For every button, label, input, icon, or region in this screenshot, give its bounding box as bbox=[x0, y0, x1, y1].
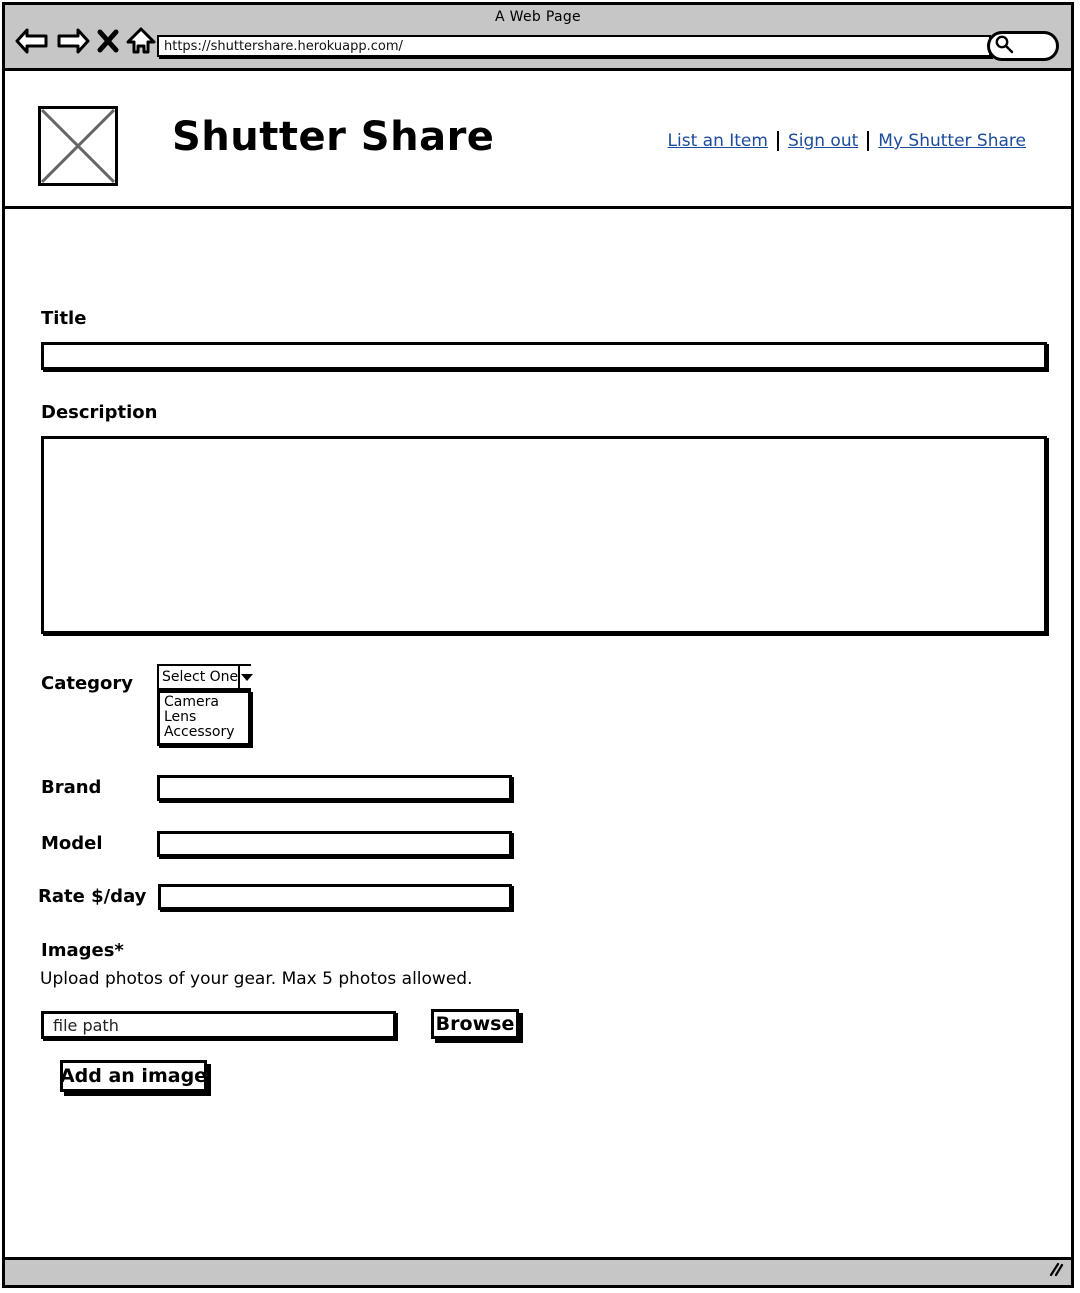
logo-image-placeholder bbox=[38, 106, 118, 186]
listing-form: Title Description Category Select One Ca… bbox=[5, 209, 1071, 1257]
nav-link-sign-out[interactable]: Sign out bbox=[779, 131, 867, 151]
chevron-down-icon[interactable] bbox=[238, 666, 255, 688]
window-title: A Web Page bbox=[495, 9, 581, 25]
model-input[interactable] bbox=[157, 831, 512, 857]
category-label: Category bbox=[41, 673, 134, 694]
file-path-input[interactable]: file path bbox=[41, 1011, 396, 1039]
site-header: Shutter Share List an Item Sign out My S… bbox=[5, 71, 1071, 209]
browser-status-bar bbox=[5, 1257, 1071, 1285]
category-option-accessory[interactable]: Accessory bbox=[160, 725, 248, 740]
browser-search-box[interactable] bbox=[987, 31, 1059, 61]
url-text: https://shuttershare.herokuapp.com/ bbox=[164, 38, 403, 54]
home-icon[interactable] bbox=[126, 27, 156, 55]
images-label: Images* bbox=[41, 940, 124, 961]
title-input[interactable] bbox=[41, 342, 1047, 370]
brand-input[interactable] bbox=[157, 775, 512, 801]
category-option-camera[interactable]: Camera bbox=[160, 695, 248, 710]
rate-input[interactable] bbox=[158, 884, 512, 910]
page-title: Shutter Share bbox=[172, 114, 495, 160]
add-an-image-button[interactable]: Add an image bbox=[60, 1060, 207, 1092]
nav-link-list-an-item[interactable]: List an Item bbox=[659, 131, 777, 151]
category-option-lens[interactable]: Lens bbox=[160, 710, 248, 725]
screenshot-root: A Web Page https://shuttershare.herokuap… bbox=[0, 0, 1080, 1293]
page-content: Shutter Share List an Item Sign out My S… bbox=[5, 71, 1071, 1257]
images-help-text: Upload photos of your gear. Max 5 photos… bbox=[40, 969, 473, 989]
header-nav: List an Item Sign out My Shutter Share bbox=[659, 131, 1035, 151]
close-x-icon[interactable] bbox=[97, 27, 119, 55]
browser-window: A Web Page https://shuttershare.herokuap… bbox=[2, 2, 1074, 1288]
back-arrow-icon[interactable] bbox=[15, 27, 49, 55]
category-select[interactable]: Select One bbox=[157, 664, 255, 690]
description-label: Description bbox=[41, 402, 158, 423]
category-selected-value: Select One bbox=[162, 669, 239, 685]
browser-toolbar: A Web Page https://shuttershare.herokuap… bbox=[5, 5, 1071, 71]
description-textarea[interactable] bbox=[41, 436, 1047, 634]
rate-label: Rate $/day bbox=[38, 886, 147, 907]
title-label: Title bbox=[41, 308, 87, 329]
image-placeholder-cross-icon bbox=[41, 109, 115, 183]
search-icon bbox=[994, 34, 1014, 58]
model-label: Model bbox=[41, 833, 103, 854]
browser-nav-icons bbox=[15, 27, 156, 55]
resize-grip-icon[interactable] bbox=[1046, 1261, 1064, 1281]
browse-button[interactable]: Browse bbox=[431, 1009, 519, 1039]
nav-link-my-shutter-share[interactable]: My Shutter Share bbox=[869, 131, 1035, 151]
category-options-list[interactable]: Camera Lens Accessory bbox=[157, 690, 251, 746]
url-input[interactable]: https://shuttershare.herokuapp.com/ bbox=[157, 35, 991, 57]
forward-arrow-icon[interactable] bbox=[56, 27, 90, 55]
brand-label: Brand bbox=[41, 777, 102, 798]
